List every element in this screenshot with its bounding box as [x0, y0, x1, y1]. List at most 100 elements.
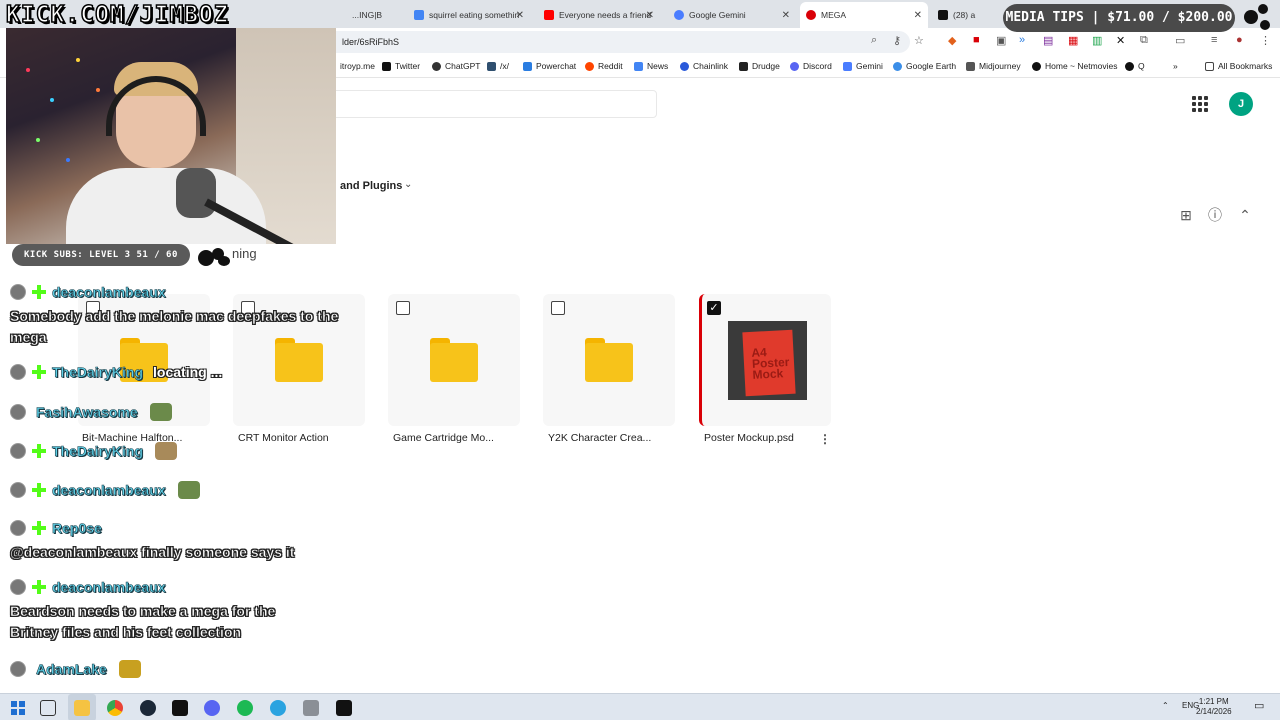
close-icon[interactable]: ✕ [516, 10, 524, 21]
chat-message-text: Somebody add the melonie mac deepfakes t… [10, 308, 339, 346]
discord-icon[interactable] [204, 700, 220, 716]
file-thumbnail: A4 Poster Mock [728, 321, 807, 400]
extension-icon[interactable]: » [1019, 34, 1025, 46]
folder-card[interactable] [388, 294, 520, 426]
bookmark[interactable]: Reddit [585, 61, 623, 71]
bookmark[interactable]: Q [1125, 61, 1145, 71]
bookmark[interactable]: ChatGPT [432, 61, 480, 71]
bookmark[interactable]: Google Earth [893, 61, 956, 71]
metamask-icon[interactable]: ◆ [948, 34, 956, 47]
bookmark[interactable]: Chainlink [680, 61, 728, 71]
terminal-icon[interactable] [172, 700, 188, 716]
screen: ...ING|B squirrel eating somethin ✕ Ever… [0, 0, 1280, 720]
close-icon[interactable]: ✕ [914, 10, 922, 21]
more-options-icon[interactable]: ⋮ [819, 432, 831, 446]
tab-mega-active[interactable]: MEGA ✕ [800, 2, 928, 28]
frog-emote-icon [149, 403, 172, 421]
subscriber-badge-icon [32, 483, 46, 497]
bookmark[interactable]: Discord [790, 61, 832, 71]
puzzle-icon[interactable]: ⧉ [1140, 34, 1148, 47]
x-icon[interactable]: ✕ [1116, 34, 1125, 47]
chat-message-text: locating ... [153, 364, 223, 380]
app-icon[interactable] [303, 700, 319, 716]
chat-message-header: TheDairyKing [10, 442, 178, 460]
bookmark[interactable]: News [634, 61, 668, 71]
item-checkbox-checked[interactable]: ✓ [707, 301, 721, 315]
windows-start-icon[interactable] [10, 700, 26, 716]
sidebar-icon[interactable]: ▭ [1175, 34, 1185, 47]
item-name[interactable]: Game Cartridge Mo... [393, 432, 494, 444]
avatar [10, 520, 26, 536]
tab-title: (28) a [953, 10, 976, 20]
extension-icon[interactable]: ▥ [1092, 34, 1102, 47]
tab-3[interactable]: Everyone needs a friend ✕ [538, 4, 660, 26]
extension-icon[interactable]: ▣ [996, 34, 1006, 47]
chat-message-header: FasihAwasome [10, 403, 172, 421]
tab-1[interactable]: ...ING|B [346, 4, 406, 26]
item-name[interactable]: CRT Monitor Action [238, 432, 329, 444]
item-name[interactable]: Poster Mockup.psd [704, 432, 794, 444]
close-icon[interactable]: ✕ [782, 10, 790, 21]
tab-2[interactable]: squirrel eating somethin ✕ [408, 4, 530, 26]
emote-icon [155, 442, 178, 460]
file-card-selected[interactable]: ✓ A4 Poster Mock [699, 294, 831, 426]
subscriber-badge-icon [32, 285, 46, 299]
folder-card[interactable] [543, 294, 675, 426]
bookmark[interactable]: Home ~ Netmovies [1032, 61, 1118, 71]
zoom-icon[interactable]: ⌕ [871, 34, 877, 47]
url-field[interactable]: lder/6sRiFbhS [320, 31, 910, 53]
bookmarks-overflow-icon[interactable]: » [1173, 61, 1178, 71]
bookmark-label: Gemini [856, 61, 883, 71]
x-icon [938, 10, 948, 20]
notification-icon[interactable]: ▭ [1254, 699, 1264, 712]
bookmark-label: Twitter [395, 61, 421, 71]
mega-search-input[interactable] [320, 90, 657, 118]
all-bookmarks[interactable]: All Bookmarks [1205, 61, 1272, 71]
steam-icon[interactable] [140, 700, 156, 716]
bookmark[interactable]: Drudge [739, 61, 780, 71]
bookmark[interactable]: itroyp.me [340, 61, 375, 71]
menu-icon[interactable]: ≡ [1211, 34, 1217, 46]
bookmark[interactable]: Twitter [382, 61, 420, 71]
profile-icon[interactable]: ● [1236, 34, 1243, 46]
item-checkbox[interactable] [551, 301, 565, 315]
bookmark[interactable]: Powerchat [523, 61, 576, 71]
info-icon[interactable]: ⓘ [1207, 207, 1223, 223]
chevron-down-icon[interactable]: ⌄ [404, 179, 412, 190]
star-icon[interactable]: ☆ [914, 34, 924, 47]
bookmark[interactable]: /x/ [487, 61, 509, 71]
windows-taskbar: ⌃ ENG 1:21 PM 2/14/2026 ▭ [0, 693, 1280, 720]
chevron-up-icon[interactable]: ⌃ [1162, 701, 1169, 710]
task-view-icon[interactable] [40, 700, 56, 716]
bookmark[interactable]: Midjourney [966, 61, 1021, 71]
file-explorer-icon[interactable] [74, 700, 90, 716]
chat-message-header: deaconlambeaux [10, 579, 166, 595]
more-vert-icon[interactable]: ⋮ [1260, 34, 1271, 47]
avatar[interactable]: J [1229, 92, 1253, 116]
chat-username: FasihAwasome [36, 404, 138, 421]
apps-grid-icon[interactable] [1192, 96, 1208, 112]
bookmark[interactable]: Gemini [843, 61, 883, 71]
spotify-icon[interactable] [237, 700, 253, 716]
item-checkbox[interactable] [396, 301, 410, 315]
tab-6[interactable]: (28) a [932, 4, 1002, 26]
telegram-icon[interactable] [270, 700, 286, 716]
key-icon[interactable]: ⚷ [893, 34, 901, 47]
extension-icon[interactable]: ▤ [1043, 34, 1053, 47]
bookmark-label: Home ~ Netmovies [1045, 61, 1118, 71]
bookmark-label: itroyp.me [340, 61, 375, 71]
item-name[interactable]: Y2K Character Crea... [548, 432, 651, 444]
close-icon[interactable]: ✕ [646, 10, 654, 21]
folder-icon [1205, 61, 1214, 71]
grid-view-icon[interactable]: ⊞ [1178, 207, 1194, 223]
chatgpt-icon [432, 61, 441, 71]
extension-icon[interactable]: ▦ [1068, 34, 1078, 47]
tab-4[interactable]: Google Gemini ✕ [668, 4, 796, 26]
system-clock[interactable]: 1:21 PM 2/14/2026 [1196, 697, 1232, 717]
breadcrumb[interactable]: and Plugins [340, 180, 402, 192]
app-icon[interactable] [336, 700, 352, 716]
extension-icon[interactable]: ■ [973, 34, 980, 46]
chrome-icon[interactable] [107, 700, 123, 716]
collapse-icon[interactable]: ⌃ [1237, 207, 1253, 223]
avatar [10, 482, 26, 498]
